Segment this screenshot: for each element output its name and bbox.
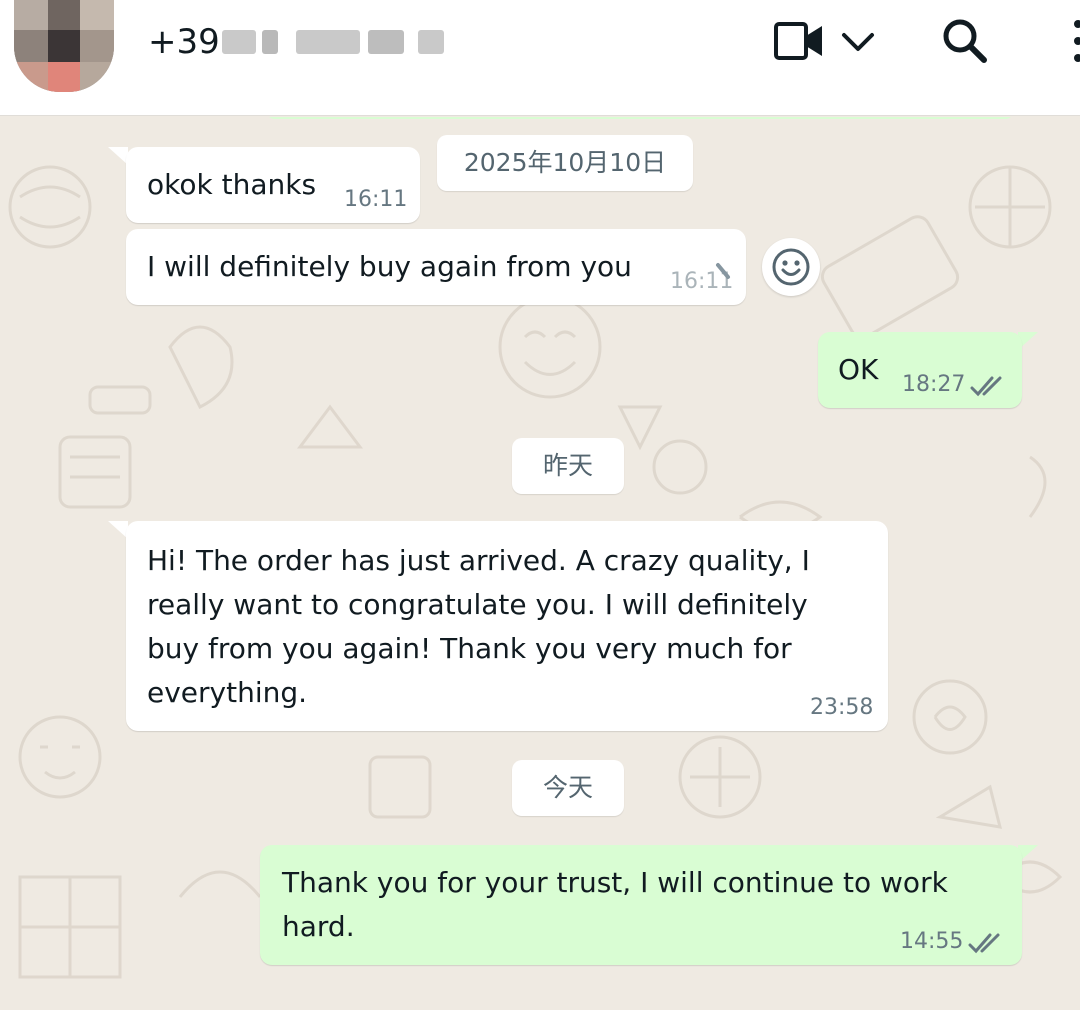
contact-phone-prefix[interactable]: +39	[148, 22, 220, 62]
incoming-message-bubble[interactable]: Hi! The order has just arrived. A crazy …	[126, 521, 888, 731]
message-time: 16:11	[344, 187, 408, 212]
message-text: I will definitely buy again from you	[147, 250, 632, 283]
outgoing-message-bubble[interactable]: Thank you for your trust, I will continu…	[260, 845, 1022, 965]
message-text: OK	[838, 353, 879, 386]
message-text: Thank you for your trust, I will continu…	[282, 866, 948, 943]
message-time: 14:55	[900, 929, 964, 954]
message-text: okok thanks	[147, 168, 317, 201]
redacted-phone-number	[222, 28, 444, 56]
read-receipt-icon	[968, 933, 1000, 954]
date-separator: 2025年10月10日	[437, 135, 693, 191]
avatar[interactable]	[14, 0, 114, 92]
more-options-icon[interactable]	[1068, 18, 1080, 64]
composer-edge	[0, 1010, 1080, 1016]
message-text: Hi! The order has just arrived. A crazy …	[147, 544, 810, 709]
chat-message-area[interactable]: 2025年10月10日 okok thanks 16:11 I will def…	[0, 117, 1080, 1016]
chevron-down-icon[interactable]	[840, 26, 876, 58]
date-separator: 昨天	[512, 438, 624, 494]
video-call-icon[interactable]	[772, 20, 826, 62]
chat-header: +39	[0, 0, 1080, 116]
search-icon[interactable]	[940, 16, 990, 66]
previous-message-edge	[265, 117, 1015, 119]
date-separator: 今天	[512, 760, 624, 816]
outgoing-message-bubble[interactable]: OK 18:27	[818, 332, 1022, 408]
smiley-icon	[772, 248, 810, 286]
read-receipt-icon	[970, 376, 1002, 397]
message-time: 18:27	[902, 372, 966, 397]
bubble-tail	[108, 147, 128, 165]
message-menu-chevron-icon[interactable]	[714, 259, 738, 283]
message-time: 23:58	[810, 695, 874, 720]
incoming-message-bubble[interactable]: okok thanks 16:11	[126, 147, 420, 223]
bubble-tail	[108, 521, 128, 539]
incoming-message-bubble[interactable]: I will definitely buy again from you 16:…	[126, 229, 746, 305]
react-emoji-button[interactable]	[762, 238, 820, 296]
